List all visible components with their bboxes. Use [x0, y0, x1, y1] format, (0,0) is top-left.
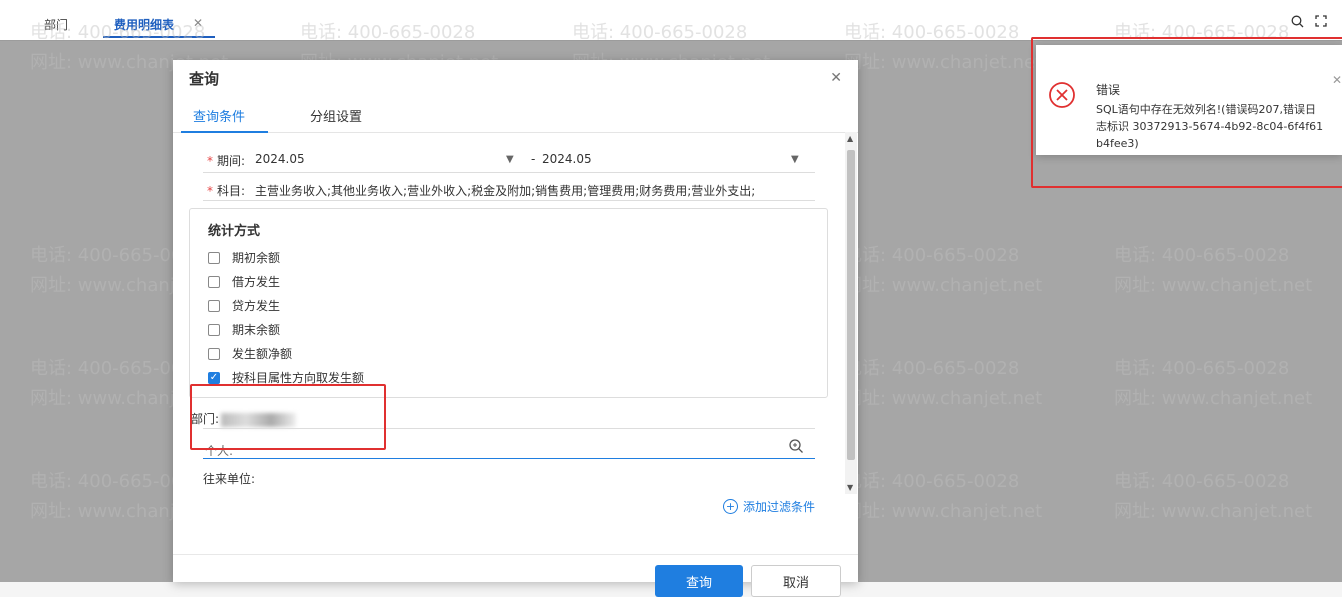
checkbox[interactable]	[208, 275, 220, 288]
close-icon[interactable]: ✕	[193, 16, 203, 30]
chevron-down-icon[interactable]: ▼	[791, 154, 799, 165]
stat-option[interactable]: 借方发生	[208, 273, 280, 290]
person-label: 个人:	[205, 444, 234, 458]
statistics-method-panel: 统计方式 期初余额 借方发生 贷方发生 期末余额 发生额净额 ✓ 按科目属性方向取…	[189, 208, 828, 398]
subject-underline	[203, 200, 815, 201]
close-icon[interactable]: ✕	[1332, 73, 1342, 87]
partner-label: 往来单位:	[203, 472, 256, 486]
close-icon[interactable]: ✕	[830, 70, 842, 86]
period-to-select[interactable]: 2024.05	[542, 152, 592, 166]
checkbox[interactable]	[208, 347, 220, 360]
dialog-title: 查询	[189, 70, 220, 88]
notification-title: 错误	[1096, 83, 1121, 97]
active-tab-indicator	[181, 131, 268, 133]
dialog-scrollbar[interactable]: ▲ ▼	[845, 132, 857, 494]
error-notification: 错误 SQL语句中存在无效列名!(错误码207,错误日志标识 30372913-…	[1036, 45, 1342, 155]
scroll-thumb[interactable]	[847, 150, 855, 460]
dialog-tabs: 查询条件 分组设置	[173, 100, 858, 133]
period-separator: -	[531, 152, 536, 166]
top-toolbar	[1290, 14, 1328, 28]
error-circle-icon	[1049, 82, 1075, 108]
person-underline-focused	[203, 458, 815, 459]
stat-option[interactable]: 期初余额	[208, 249, 280, 266]
tab-group-settings[interactable]: 分组设置	[310, 106, 362, 125]
period-underline	[203, 172, 815, 173]
cancel-button[interactable]: 取消	[751, 565, 841, 597]
checkbox-checked[interactable]: ✓	[208, 371, 220, 384]
active-tab-indicator	[103, 36, 215, 38]
subject-input[interactable]: 主营业务收入;其他业务收入;营业外收入;税金及附加;销售费用;管理费用;财务费用…	[255, 182, 815, 199]
stat-option[interactable]: ✓ 按科目属性方向取发生额	[208, 369, 364, 386]
checkbox[interactable]	[208, 323, 220, 336]
person-search-icon[interactable]	[788, 438, 804, 457]
search-icon[interactable]	[1290, 14, 1304, 28]
checkbox[interactable]	[208, 299, 220, 312]
department-label: 部门:	[191, 410, 297, 427]
subject-label: * 科目:	[207, 184, 246, 198]
department-underline	[203, 428, 815, 429]
stat-option[interactable]: 发生额净额	[208, 345, 292, 362]
chevron-down-icon[interactable]: ▼	[506, 154, 514, 165]
tab-expense-detail[interactable]: 费用明细表	[114, 16, 174, 33]
tab-query-conditions[interactable]: 查询条件	[193, 106, 245, 125]
required-marker: *	[207, 154, 213, 168]
period-label: * 期间:	[207, 154, 246, 168]
checkbox[interactable]	[208, 251, 220, 264]
query-dialog: 查询 ✕ 查询条件 分组设置 * 期间: 2024.05 ▼ - 2024.05 …	[173, 60, 858, 597]
stat-option[interactable]: 贷方发生	[208, 297, 280, 314]
add-filter-button[interactable]: + 添加过滤条件	[723, 498, 815, 515]
query-button[interactable]: 查询	[655, 565, 743, 597]
period-from-select[interactable]: 2024.05	[255, 152, 305, 166]
scroll-up-icon[interactable]: ▲	[847, 134, 853, 143]
top-tab-bar: 部门 费用明细表 ✕	[0, 0, 1342, 41]
tab-department[interactable]: 部门	[44, 16, 68, 33]
stat-option[interactable]: 期末余额	[208, 321, 280, 338]
notification-message: SQL语句中存在无效列名!(错误码207,错误日志标识 30372913-567…	[1096, 103, 1324, 150]
statistics-title: 统计方式	[208, 224, 261, 239]
required-marker: *	[207, 184, 213, 198]
scroll-down-icon[interactable]: ▼	[847, 483, 853, 492]
plus-circle-icon: +	[723, 499, 738, 514]
fullscreen-icon[interactable]	[1314, 14, 1328, 28]
dialog-footer: 查询 取消	[173, 554, 858, 597]
redacted-value	[221, 412, 297, 427]
